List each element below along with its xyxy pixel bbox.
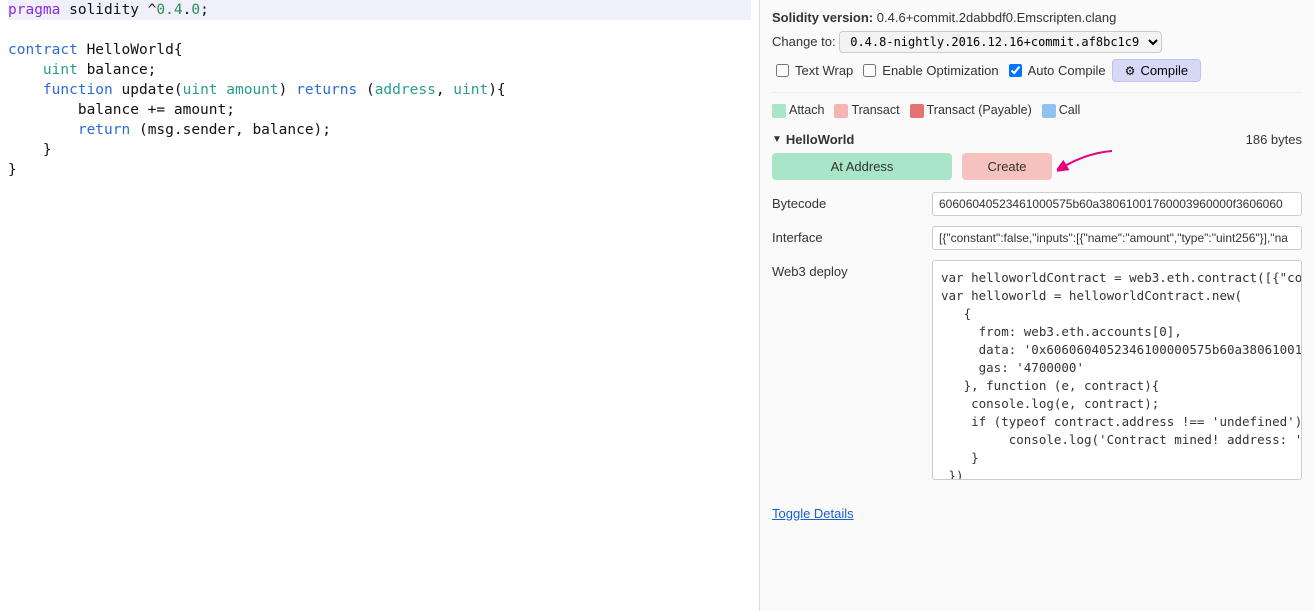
code-line[interactable]: } [8, 140, 751, 160]
code-editor[interactable]: pragma solidity ^0.4.0; contract HelloWo… [0, 0, 760, 611]
code-line[interactable]: return (msg.sender, balance); [8, 120, 751, 140]
web3-row: Web3 deploy var helloworldContract = web… [772, 260, 1302, 480]
text-wrap-checkbox[interactable] [776, 64, 789, 77]
toggle-details-link[interactable]: Toggle Details [772, 506, 854, 521]
create-button[interactable]: Create [962, 153, 1052, 180]
bytecode-row: Bytecode [772, 192, 1302, 216]
legend-transact: Transact [834, 103, 899, 118]
code-line[interactable]: pragma solidity ^0.4.0; [8, 0, 751, 20]
gear-icon [1125, 63, 1136, 78]
code-line[interactable]: } [8, 160, 751, 180]
swatch-transact [834, 104, 848, 118]
solidity-version-row: Solidity version: 0.4.6+commit.2dabbdf0.… [772, 10, 1302, 25]
contract-header[interactable]: ▼ HelloWorld 186 bytes [772, 132, 1302, 147]
legend-call: Call [1042, 103, 1081, 118]
code-line[interactable] [8, 20, 751, 40]
legend-payable: Transact (Payable) [910, 103, 1032, 118]
web3-deploy-code[interactable]: var helloworldContract = web3.eth.contra… [932, 260, 1302, 480]
text-wrap-option[interactable]: Text Wrap [772, 61, 853, 80]
solidity-version-value: 0.4.6+commit.2dabbdf0.Emscripten.clang [877, 10, 1117, 25]
enable-opt-checkbox[interactable] [863, 64, 876, 77]
code-line[interactable]: contract HelloWorld{ [8, 40, 751, 60]
solidity-version-label: Solidity version: [772, 10, 873, 25]
at-address-button[interactable]: At Address [772, 153, 952, 180]
legend-attach: Attach [772, 103, 824, 118]
auto-compile-label: Auto Compile [1028, 63, 1106, 78]
code-line[interactable]: uint balance; [8, 60, 751, 80]
code-line[interactable]: function update(uint amount) returns (ad… [8, 80, 751, 100]
web3-label: Web3 deploy [772, 260, 932, 279]
collapse-icon[interactable]: ▼ [772, 134, 782, 145]
version-select[interactable]: 0.4.8-nightly.2016.12.16+commit.af8bc1c9 [839, 31, 1162, 53]
arrow-annotation-icon [1057, 147, 1117, 177]
compiler-panel: Solidity version: 0.4.6+commit.2dabbdf0.… [760, 0, 1314, 611]
interface-field[interactable] [932, 226, 1302, 250]
swatch-call [1042, 104, 1056, 118]
change-to-row: Change to: 0.4.8-nightly.2016.12.16+comm… [772, 31, 1302, 53]
swatch-payable [910, 104, 924, 118]
legend: Attach Transact Transact (Payable) Call [772, 103, 1302, 118]
options-row: Text Wrap Enable Optimization Auto Compi… [772, 59, 1302, 82]
enable-opt-label: Enable Optimization [882, 63, 998, 78]
compile-label: Compile [1140, 63, 1188, 78]
contract-name: HelloWorld [786, 132, 854, 147]
interface-label: Interface [772, 226, 932, 245]
text-wrap-label: Text Wrap [795, 63, 853, 78]
swatch-attach [772, 104, 786, 118]
auto-compile-option[interactable]: Auto Compile [1005, 61, 1106, 80]
code-line[interactable]: balance += amount; [8, 100, 751, 120]
compile-button[interactable]: Compile [1112, 59, 1201, 82]
contract-bytes: 186 bytes [1246, 132, 1302, 147]
bytecode-label: Bytecode [772, 192, 932, 211]
contract-actions: At Address Create [772, 153, 1302, 180]
enable-opt-option[interactable]: Enable Optimization [859, 61, 998, 80]
interface-row: Interface [772, 226, 1302, 250]
divider [772, 92, 1302, 93]
bytecode-field[interactable] [932, 192, 1302, 216]
auto-compile-checkbox[interactable] [1009, 64, 1022, 77]
change-to-label: Change to: [772, 34, 836, 49]
